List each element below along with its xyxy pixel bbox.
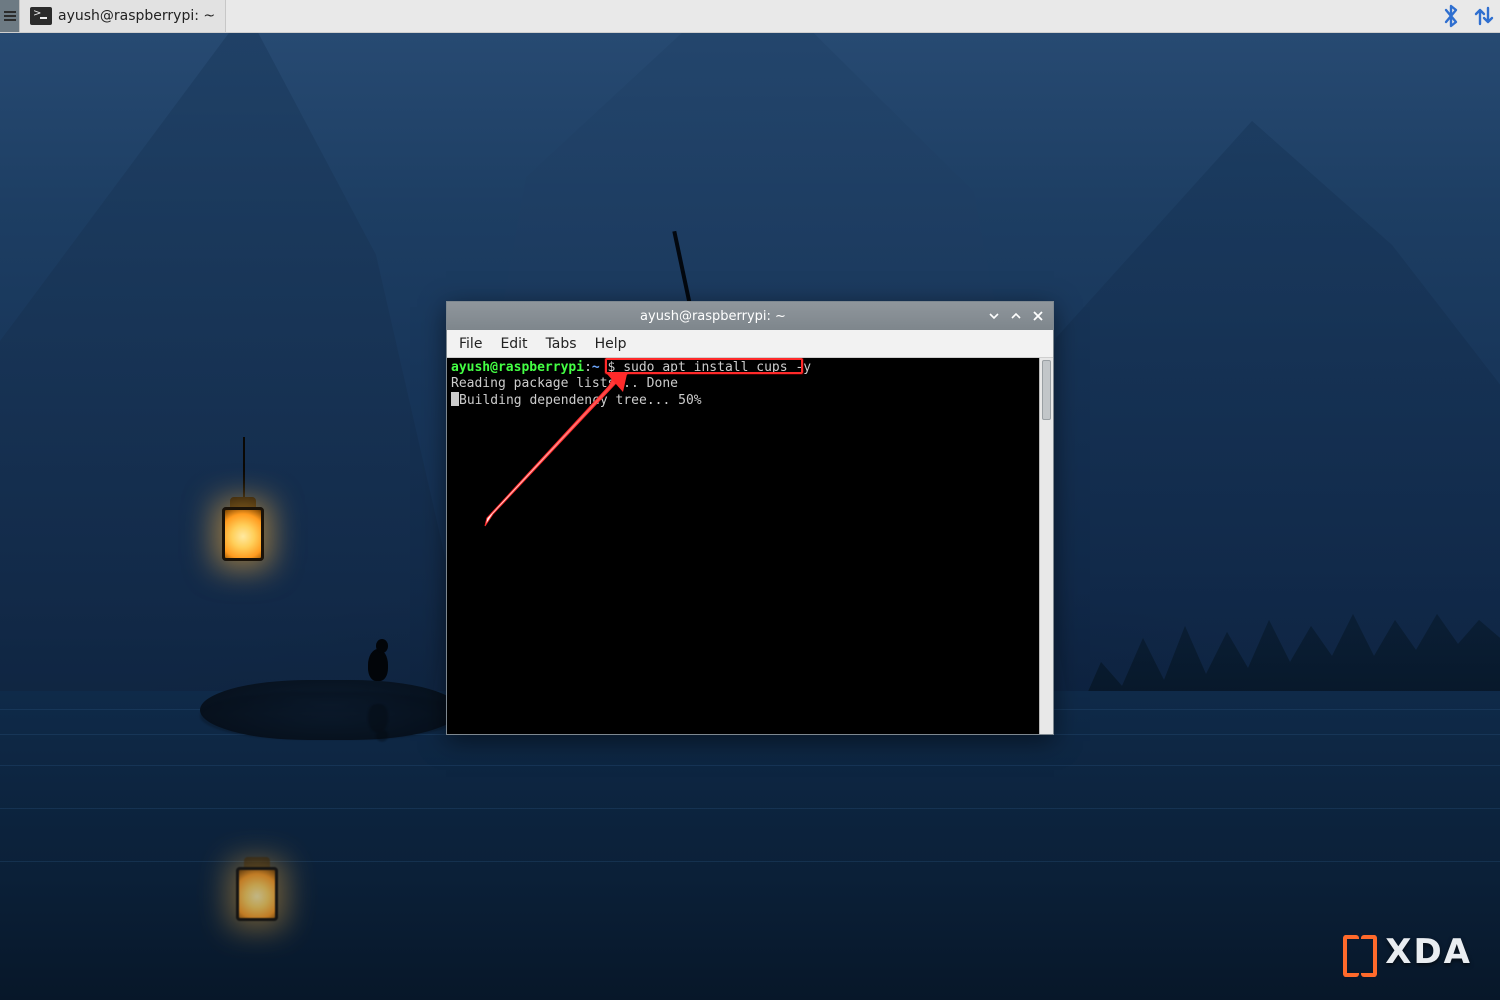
wallpaper-mountain [0,33,480,710]
xda-watermark: XDA [1345,932,1472,972]
menu-file[interactable]: File [451,334,490,354]
terminal-window[interactable]: ayush@raspberrypi: ~ File Edit Tabs Help… [446,301,1054,735]
menu-help[interactable]: Help [587,334,635,354]
desktop-wallpaper: ayush@raspberrypi: ~ File Edit Tabs Help… [0,33,1500,1000]
bluetooth-icon[interactable] [1442,4,1460,28]
watermark-text: XDA [1385,932,1472,972]
taskbar-window-terminal[interactable]: ayush@raspberrypi: ~ [20,0,226,32]
menubar: File Edit Tabs Help [447,330,1053,358]
window-titlebar[interactable]: ayush@raspberrypi: ~ [447,302,1053,330]
wallpaper-lantern [222,507,264,561]
network-updown-icon[interactable] [1474,4,1494,28]
window-close-button[interactable] [1029,307,1047,325]
scrollbar-thumb[interactable] [1042,360,1051,420]
terminal-scrollbar[interactable] [1039,358,1053,734]
wallpaper-lantern-reflection [236,867,278,921]
wallpaper-bird-reflection [360,704,396,758]
wallpaper-raft-reflection [200,692,460,740]
output-line: Reading package lists... Done [451,376,678,391]
app-launcher-button[interactable] [0,0,20,32]
prompt-path: ~ [592,360,600,375]
terminal-output[interactable]: ayush@raspberrypi:~ $ sudo apt install c… [447,358,1039,734]
output-line: Building dependency tree... 50% [459,393,702,408]
taskbar-spacer [226,0,1436,32]
window-minimize-button[interactable] [985,307,1003,325]
menu-edit[interactable]: Edit [492,334,535,354]
wallpaper-bird [360,621,396,681]
wallpaper-mountain [1000,90,1500,710]
prompt-sep: : [584,360,592,375]
terminal-icon [30,7,52,25]
wallpaper-water [0,691,1500,1000]
menu-icon [4,15,16,17]
annotation-highlight-box [605,358,803,374]
terminal-cursor [451,392,459,406]
xda-logo-icon [1345,935,1375,969]
window-maximize-button[interactable] [1007,307,1025,325]
taskbar-window-title: ayush@raspberrypi: ~ [58,8,215,24]
taskbar: ayush@raspberrypi: ~ [0,0,1500,33]
window-title: ayush@raspberrypi: ~ [447,309,979,324]
system-tray [1436,0,1500,32]
menu-tabs[interactable]: Tabs [538,334,585,354]
prompt-user-host: ayush@raspberrypi [451,360,584,375]
